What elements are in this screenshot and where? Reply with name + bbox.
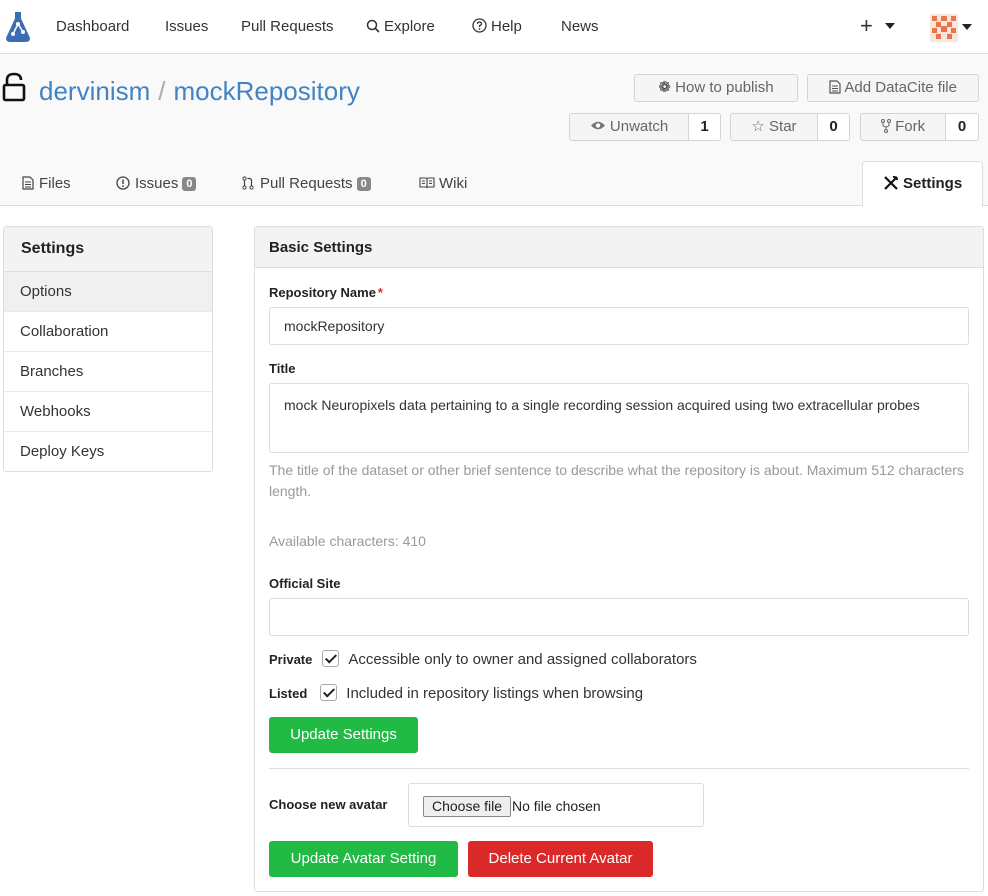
repo-name-link[interactable]: mockRepository — [173, 76, 359, 106]
repo-name-label: Repository Name * — [269, 285, 383, 300]
fork-icon — [880, 119, 891, 133]
repo-header: dervinism / mockRepository ❁ How to publis… — [0, 54, 988, 207]
add-datacite-label: Add DataCite file — [844, 79, 957, 96]
tab-pull-requests[interactable]: Pull Requests 0 — [242, 175, 371, 193]
search-icon — [366, 19, 380, 33]
private-row: Private Accessible only to owner and assi… — [269, 650, 697, 668]
file-icon — [22, 176, 34, 190]
tab-issues[interactable]: Issues 0 — [116, 175, 197, 193]
title-textarea[interactable]: mock Neuropixels data pertaining to a si… — [269, 383, 969, 453]
nav-pull-requests[interactable]: Pull Requests — [241, 18, 334, 36]
no-file-text: No file chosen — [512, 798, 601, 814]
chevron-down-icon — [884, 23, 895, 29]
available-characters: Available characters: 410 — [269, 533, 426, 549]
sidebar-item-collaboration[interactable]: Collaboration — [4, 312, 212, 352]
how-to-publish-button[interactable]: ❁ How to publish — [634, 74, 798, 102]
tab-pull-requests-label: Pull Requests — [260, 175, 353, 192]
repo-name-input[interactable]: mockRepository — [269, 307, 969, 345]
nav-issues[interactable]: Issues — [165, 18, 208, 36]
title-label: Title — [269, 361, 296, 376]
tab-settings-label: Settings — [903, 175, 963, 192]
top-navbar: Dashboard Issues Pull Requests Explore H… — [0, 0, 988, 54]
user-avatar — [930, 14, 958, 42]
add-datacite-button[interactable]: Add DataCite file — [807, 74, 979, 102]
create-new-menu[interactable]: + — [860, 14, 895, 38]
tools-icon — [884, 175, 898, 190]
how-to-publish-label: How to publish — [675, 79, 774, 96]
nav-explore-label: Explore — [384, 18, 435, 35]
required-mark: * — [377, 285, 383, 300]
star-label: Star — [769, 118, 797, 135]
listed-checkbox[interactable] — [320, 684, 338, 701]
sidebar-title: Settings — [4, 227, 212, 272]
sidebar-item-options[interactable]: Options — [4, 272, 212, 312]
nav-news[interactable]: News — [561, 18, 599, 36]
nav-help[interactable]: Help — [472, 18, 522, 36]
repo-title: dervinism / mockRepository — [39, 76, 360, 106]
listed-row: Listed Included in repository listings wh… — [269, 684, 643, 702]
nav-dashboard[interactable]: Dashboard — [56, 18, 129, 36]
private-description: Accessible only to owner and assigned co… — [348, 651, 697, 668]
pulls-count-badge: 0 — [356, 177, 371, 191]
choose-file-button[interactable]: Choose file — [423, 796, 512, 817]
file-icon — [829, 80, 841, 94]
private-label: Private — [269, 652, 313, 667]
fork-count[interactable]: 0 — [946, 113, 979, 141]
unwatch-label: Unwatch — [609, 118, 669, 135]
issues-count-badge: 0 — [182, 177, 197, 191]
tab-wiki[interactable]: Wiki — [419, 175, 467, 193]
avatar-file-input[interactable]: Choose file No file chosen — [408, 783, 704, 827]
repo-name-label-text: Repository Name — [269, 285, 376, 300]
tab-files[interactable]: Files — [22, 175, 71, 193]
update-avatar-button[interactable]: Update Avatar Setting — [269, 841, 458, 877]
tab-wiki-label: Wiki — [439, 175, 468, 192]
repo-separator: / — [158, 76, 166, 106]
fork-label: Fork — [895, 118, 926, 135]
watch-count[interactable]: 1 — [689, 113, 721, 141]
chevron-down-icon[interactable] — [962, 24, 972, 30]
basic-settings-panel: Basic Settings Repository Name * mockRepo… — [254, 226, 984, 892]
official-site-input[interactable] — [269, 598, 969, 636]
eye-icon — [590, 121, 605, 130]
user-menu[interactable] — [930, 14, 958, 42]
sidebar-item-branches[interactable]: Branches — [4, 352, 212, 392]
pull-request-icon — [242, 176, 254, 190]
update-settings-button[interactable]: Update Settings — [269, 717, 418, 753]
unwatch-button[interactable]: Unwatch — [569, 113, 689, 141]
listed-description: Included in repository listings when bro… — [346, 685, 644, 702]
help-circle-icon — [472, 18, 487, 33]
delete-avatar-button[interactable]: Delete Current Avatar — [468, 841, 653, 877]
title-help-text: The title of the dataset or other brief … — [269, 462, 964, 499]
star-button[interactable]: ☆ Star — [730, 113, 818, 141]
panel-title: Basic Settings — [255, 227, 983, 268]
sidebar-item-deploy-keys[interactable]: Deploy Keys — [4, 432, 212, 472]
avatar-label: Choose new avatar — [269, 797, 388, 812]
official-site-label: Official Site — [269, 576, 341, 591]
plus-icon: + — [860, 13, 873, 38]
gin-logo-icon[interactable] — [4, 10, 32, 44]
sidebar-item-webhooks[interactable]: Webhooks — [4, 392, 212, 432]
nav-explore[interactable]: Explore — [366, 18, 435, 36]
lock-icon — [2, 72, 26, 102]
issue-icon — [116, 176, 130, 190]
tab-files-label: Files — [39, 175, 71, 192]
tab-settings[interactable]: Settings — [862, 161, 983, 207]
private-checkbox[interactable] — [322, 650, 340, 667]
repo-owner-link[interactable]: dervinism — [39, 76, 150, 106]
book-icon — [419, 177, 435, 189]
star-icon: ☆ — [751, 118, 765, 135]
tab-issues-label: Issues — [135, 175, 179, 192]
settings-sidebar: Settings Options Collaboration Branches … — [3, 226, 213, 472]
star-count[interactable]: 0 — [818, 113, 850, 141]
fork-button[interactable]: Fork — [860, 113, 946, 141]
section-divider — [269, 768, 969, 769]
listed-label: Listed — [269, 686, 308, 701]
nav-help-label: Help — [491, 18, 522, 35]
squirrel-icon: ❁ — [658, 79, 671, 96]
